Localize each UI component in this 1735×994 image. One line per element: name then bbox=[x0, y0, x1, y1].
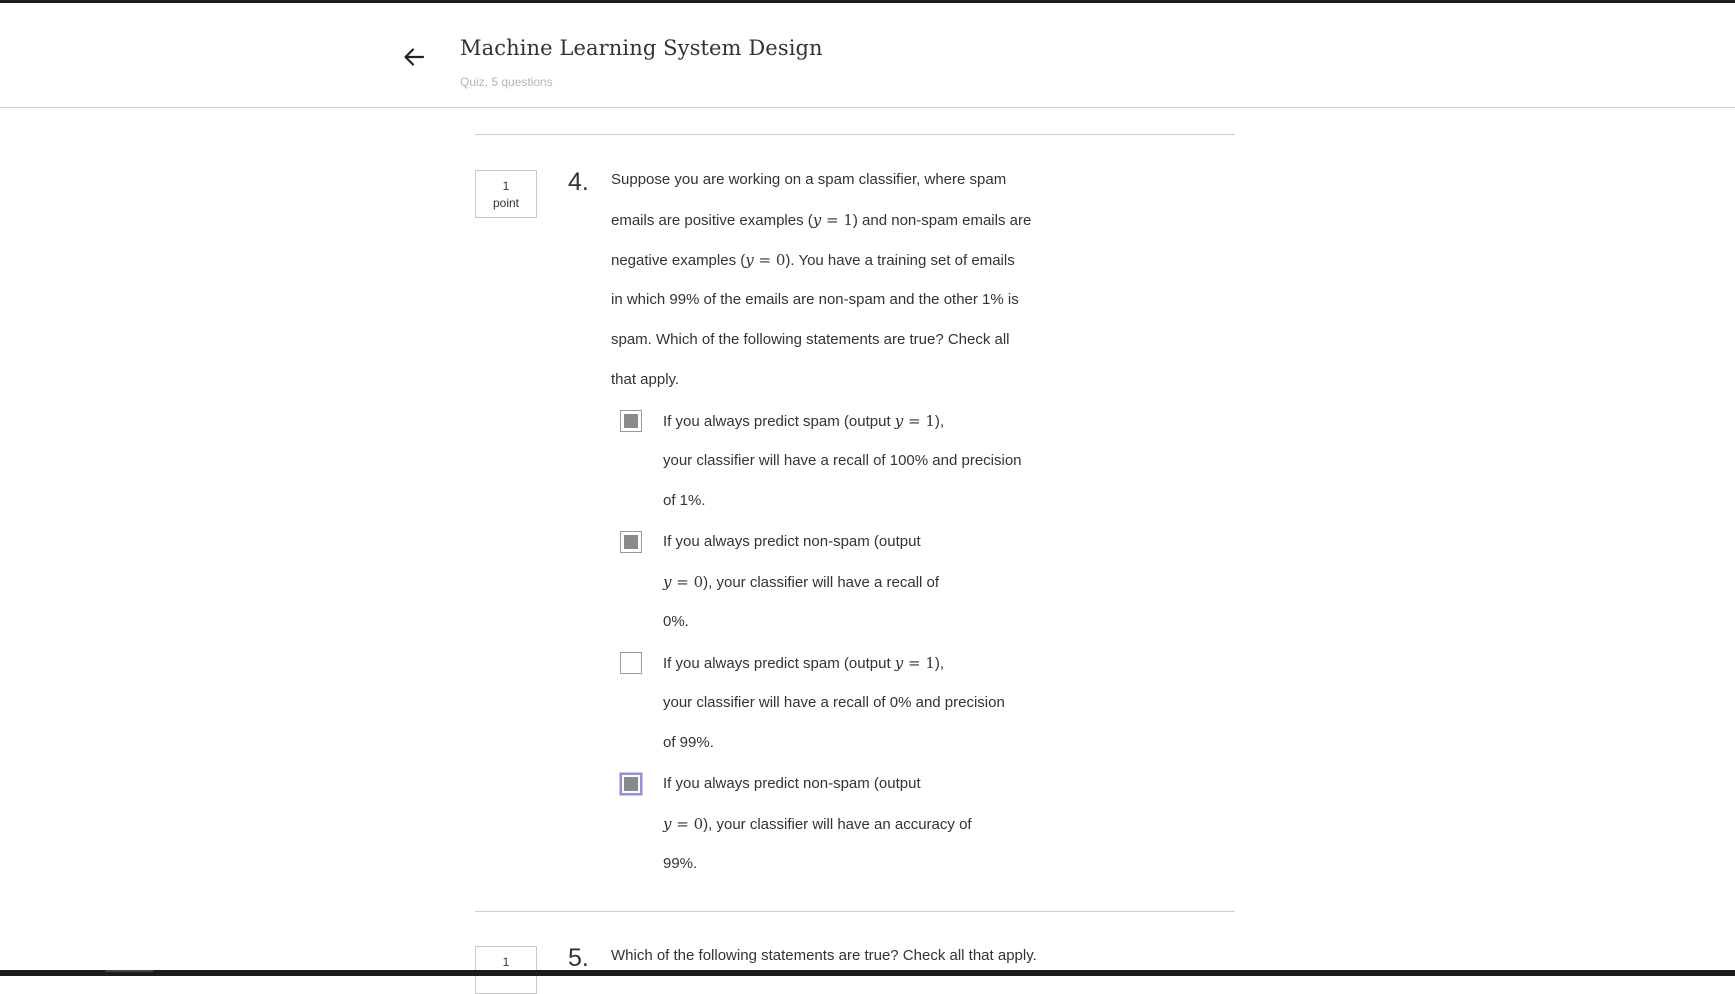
question-number: 5. bbox=[568, 944, 589, 972]
math-expression: y = 0 bbox=[663, 573, 704, 591]
question-text: Suppose you are working on a spam classi… bbox=[611, 160, 1041, 400]
question-text-line: negative examples (y = 0). You have a tr… bbox=[611, 251, 1015, 269]
quiz-header: Machine Learning System Design Quiz, 5 q… bbox=[0, 3, 1735, 108]
option-checkbox[interactable] bbox=[620, 652, 642, 674]
option-checkbox[interactable] bbox=[620, 531, 642, 553]
math-expression: y = 1 bbox=[812, 211, 853, 229]
option-label: If you always predict non-spam (output y… bbox=[663, 533, 940, 630]
option-checkbox[interactable] bbox=[620, 410, 642, 432]
question-text-line: emails are positive examples (y = 1) and… bbox=[611, 211, 1032, 229]
question-text-line: in which 99% of the emails are non-spam … bbox=[611, 291, 1019, 308]
points-value: 1 bbox=[502, 179, 510, 193]
option-checkbox[interactable] bbox=[620, 773, 642, 795]
option-label: If you always predict spam (output y = 1… bbox=[663, 412, 1022, 509]
math-expression: y = 0 bbox=[663, 815, 704, 833]
question-text-line: Suppose you are working on a spam classi… bbox=[611, 171, 1007, 188]
points-value: 1 bbox=[502, 955, 510, 969]
question-text-line: that apply. bbox=[611, 371, 680, 388]
question-number: 4. bbox=[568, 168, 589, 196]
window-bottom-border bbox=[0, 970, 1735, 976]
math-expression: y = 0 bbox=[745, 251, 786, 269]
option-label: If you always predict non-spam (output y… bbox=[663, 775, 972, 872]
points-unit: point bbox=[492, 196, 520, 210]
quiz-subtitle: Quiz, 5 questions bbox=[460, 75, 553, 89]
question-text-line: spam. Which of the following statements … bbox=[611, 331, 1010, 348]
option-label: If you always predict spam (output y = 1… bbox=[663, 654, 1005, 751]
question-divider bbox=[475, 134, 1235, 135]
question-points-box: 1 point bbox=[475, 170, 537, 218]
question-divider bbox=[475, 911, 1235, 912]
arrow-left-icon bbox=[404, 48, 425, 66]
back-button[interactable] bbox=[396, 39, 432, 75]
math-expression: y = 1 bbox=[894, 412, 935, 430]
page-title: Machine Learning System Design bbox=[460, 36, 823, 60]
math-expression: y = 1 bbox=[894, 654, 935, 672]
